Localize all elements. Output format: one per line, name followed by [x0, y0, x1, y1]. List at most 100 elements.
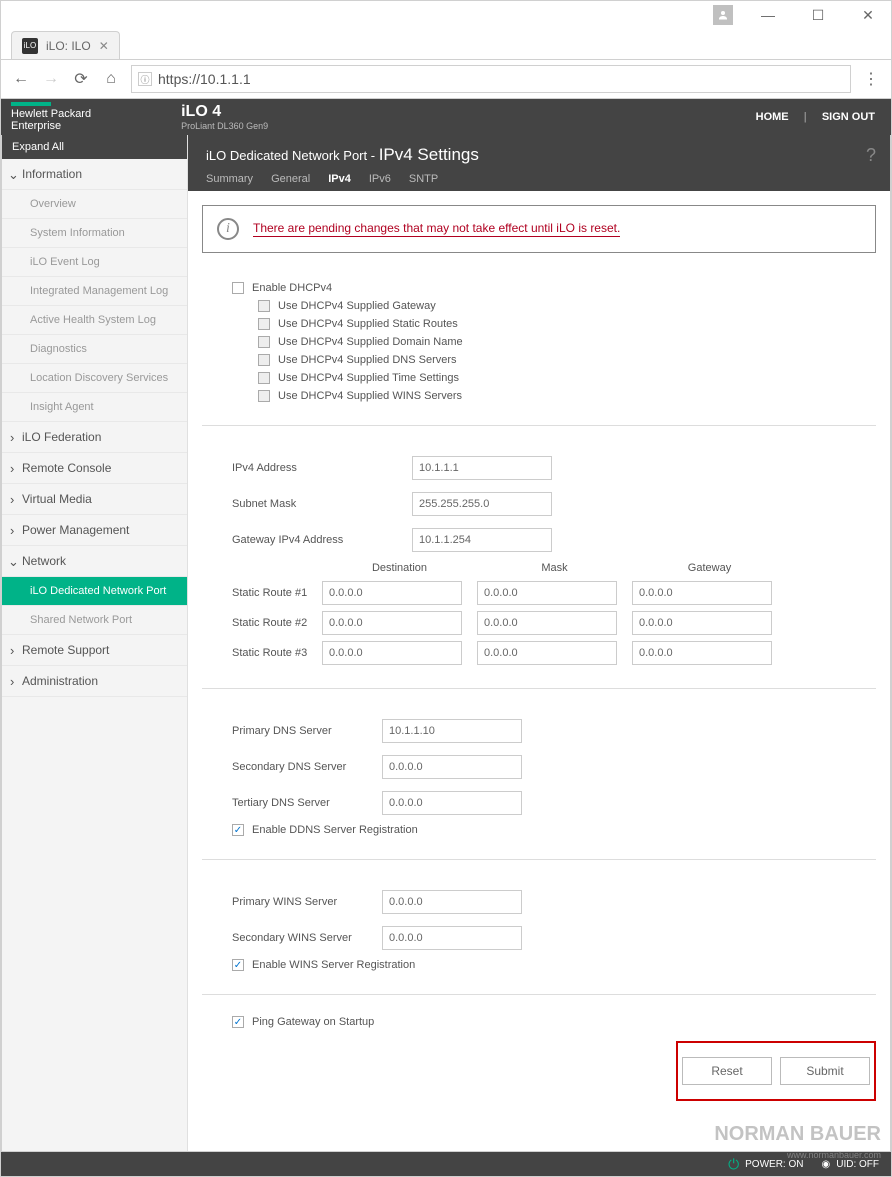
- dhcp-domain-label: Use DHCPv4 Supplied Domain Name: [278, 336, 463, 348]
- sidebar-item-system-information[interactable]: System Information: [2, 219, 187, 248]
- sidebar-item-ilo-event-log[interactable]: iLO Event Log: [2, 248, 187, 277]
- tab-sntp[interactable]: SNTP: [409, 173, 438, 185]
- sidebar-item-ahs-log[interactable]: Active Health System Log: [2, 306, 187, 335]
- routes-col-destination: Destination: [322, 562, 477, 574]
- home-link[interactable]: HOME: [750, 111, 795, 123]
- sub-tabs: Summary General IPv4 IPv6 SNTP: [206, 165, 872, 191]
- sidebar-section-remote-console[interactable]: Remote Console: [2, 453, 187, 484]
- uid-icon: ◉: [821, 1159, 830, 1170]
- window-maximize-button[interactable]: ☐: [803, 5, 833, 25]
- sidebar-item-overview[interactable]: Overview: [2, 190, 187, 219]
- power-icon: ⏻: [728, 1156, 739, 1173]
- tab-summary[interactable]: Summary: [206, 173, 253, 185]
- tertiary-dns-input[interactable]: 0.0.0.0: [382, 791, 522, 815]
- dhcp-static-routes-checkbox[interactable]: [258, 318, 270, 330]
- dhcp-time-label: Use DHCPv4 Supplied Time Settings: [278, 372, 459, 384]
- product-title: iLO 4 ProLiant DL360 Gen9: [181, 103, 268, 131]
- ping-gateway-label: Ping Gateway on Startup: [252, 1016, 374, 1028]
- browser-tab-strip: iLO iLO: ILO ✕: [1, 29, 891, 59]
- sidebar-section-power[interactable]: Power Management: [2, 515, 187, 546]
- secondary-wins-input[interactable]: 0.0.0.0: [382, 926, 522, 950]
- tab-ipv4[interactable]: IPv4: [328, 173, 351, 185]
- sidebar-section-federation[interactable]: iLO Federation: [2, 422, 187, 453]
- ilo-header: Hewlett Packard Enterprise iLO 4 ProLian…: [1, 99, 891, 135]
- sidebar-item-location-discovery[interactable]: Location Discovery Services: [2, 364, 187, 393]
- primary-wins-label: Primary WINS Server: [232, 896, 372, 908]
- hpe-logo: Hewlett Packard Enterprise: [11, 102, 91, 132]
- ipv4-address-input[interactable]: 10.1.1.1: [412, 456, 552, 480]
- route1-gw-input[interactable]: 0.0.0.0: [632, 581, 772, 605]
- sidebar-section-information[interactable]: Information: [2, 159, 187, 190]
- route1-dest-input[interactable]: 0.0.0.0: [322, 581, 462, 605]
- expand-all-button[interactable]: Expand All: [2, 135, 187, 159]
- secondary-dns-label: Secondary DNS Server: [232, 761, 372, 773]
- route2-dest-input[interactable]: 0.0.0.0: [322, 611, 462, 635]
- sidebar-section-virtual-media[interactable]: Virtual Media: [2, 484, 187, 515]
- secondary-dns-input[interactable]: 0.0.0.0: [382, 755, 522, 779]
- browser-menu-button[interactable]: ⋮: [861, 69, 881, 89]
- forward-button[interactable]: →: [41, 69, 61, 89]
- sidebar-item-insight-agent[interactable]: Insight Agent: [2, 393, 187, 422]
- sidebar-section-network[interactable]: Network: [2, 546, 187, 577]
- wins-registration-checkbox[interactable]: [232, 959, 244, 971]
- url-input[interactable]: [158, 71, 844, 87]
- url-bar[interactable]: ⓘ: [131, 65, 851, 93]
- power-status: POWER: ON: [745, 1159, 803, 1170]
- alert-message: There are pending changes that may not t…: [253, 221, 620, 237]
- window-minimize-button[interactable]: —: [753, 5, 783, 25]
- header-links: HOME | SIGN OUT: [750, 111, 881, 123]
- dhcp-time-checkbox[interactable]: [258, 372, 270, 384]
- sidebar-item-diagnostics[interactable]: Diagnostics: [2, 335, 187, 364]
- ddns-registration-checkbox[interactable]: [232, 824, 244, 836]
- pending-changes-alert: i There are pending changes that may not…: [202, 205, 876, 253]
- dhcp-dns-checkbox[interactable]: [258, 354, 270, 366]
- primary-dns-input[interactable]: 10.1.1.10: [382, 719, 522, 743]
- sidebar-section-remote-support[interactable]: Remote Support: [2, 635, 187, 666]
- favicon-icon: iLO: [22, 38, 38, 54]
- route3-dest-input[interactable]: 0.0.0.0: [322, 641, 462, 665]
- dhcp-gateway-label: Use DHCPv4 Supplied Gateway: [278, 300, 436, 312]
- signout-link[interactable]: SIGN OUT: [816, 111, 881, 123]
- route2-gw-input[interactable]: 0.0.0.0: [632, 611, 772, 635]
- wins-registration-label: Enable WINS Server Registration: [252, 959, 415, 971]
- subnet-mask-input[interactable]: 255.255.255.0: [412, 492, 552, 516]
- tertiary-dns-label: Tertiary DNS Server: [232, 797, 372, 809]
- back-button[interactable]: ←: [11, 69, 31, 89]
- browser-toolbar: ← → ⟳ ⌂ ⓘ ⋮: [1, 59, 891, 99]
- routes-header: Destination Mask Gateway: [232, 558, 876, 578]
- tab-general[interactable]: General: [271, 173, 310, 185]
- page-info-icon[interactable]: ⓘ: [138, 72, 152, 86]
- dhcp-section: Enable DHCPv4 Use DHCPv4 Supplied Gatewa…: [202, 273, 876, 426]
- static-route-2: Static Route #2 0.0.0.0 0.0.0.0 0.0.0.0: [232, 608, 876, 638]
- tab-close-icon[interactable]: ✕: [99, 39, 109, 53]
- help-icon[interactable]: ?: [866, 145, 876, 166]
- action-bar: Reset Submit: [676, 1041, 876, 1101]
- tab-ipv6[interactable]: IPv6: [369, 173, 391, 185]
- submit-button[interactable]: Submit: [780, 1057, 870, 1085]
- gateway-input[interactable]: 10.1.1.254: [412, 528, 552, 552]
- sidebar-item-dedicated-port[interactable]: iLO Dedicated Network Port: [2, 577, 187, 606]
- ping-section: Ping Gateway on Startup: [202, 1013, 876, 1041]
- reset-button[interactable]: Reset: [682, 1057, 772, 1085]
- reload-button[interactable]: ⟳: [71, 69, 91, 89]
- route3-gw-input[interactable]: 0.0.0.0: [632, 641, 772, 665]
- static-route-3: Static Route #3 0.0.0.0 0.0.0.0 0.0.0.0: [232, 638, 876, 668]
- sidebar-item-iml[interactable]: Integrated Management Log: [2, 277, 187, 306]
- home-button[interactable]: ⌂: [101, 69, 121, 89]
- sidebar-section-administration[interactable]: Administration: [2, 666, 187, 697]
- sidebar-item-shared-port[interactable]: Shared Network Port: [2, 606, 187, 635]
- route3-mask-input[interactable]: 0.0.0.0: [477, 641, 617, 665]
- dhcp-domain-checkbox[interactable]: [258, 336, 270, 348]
- primary-wins-input[interactable]: 0.0.0.0: [382, 890, 522, 914]
- route1-mask-input[interactable]: 0.0.0.0: [477, 581, 617, 605]
- dhcp-static-routes-label: Use DHCPv4 Supplied Static Routes: [278, 318, 458, 330]
- browser-tab[interactable]: iLO iLO: ILO ✕: [11, 31, 120, 59]
- enable-dhcpv4-checkbox[interactable]: [232, 282, 244, 294]
- dhcp-gateway-checkbox[interactable]: [258, 300, 270, 312]
- route2-mask-input[interactable]: 0.0.0.0: [477, 611, 617, 635]
- dhcp-wins-checkbox[interactable]: [258, 390, 270, 402]
- footer-status-bar: ⏻ POWER: ON ◉ UID: OFF: [1, 1152, 891, 1176]
- ipv4-address-label: IPv4 Address: [232, 462, 402, 474]
- window-close-button[interactable]: ✕: [853, 5, 883, 25]
- ping-gateway-checkbox[interactable]: [232, 1016, 244, 1028]
